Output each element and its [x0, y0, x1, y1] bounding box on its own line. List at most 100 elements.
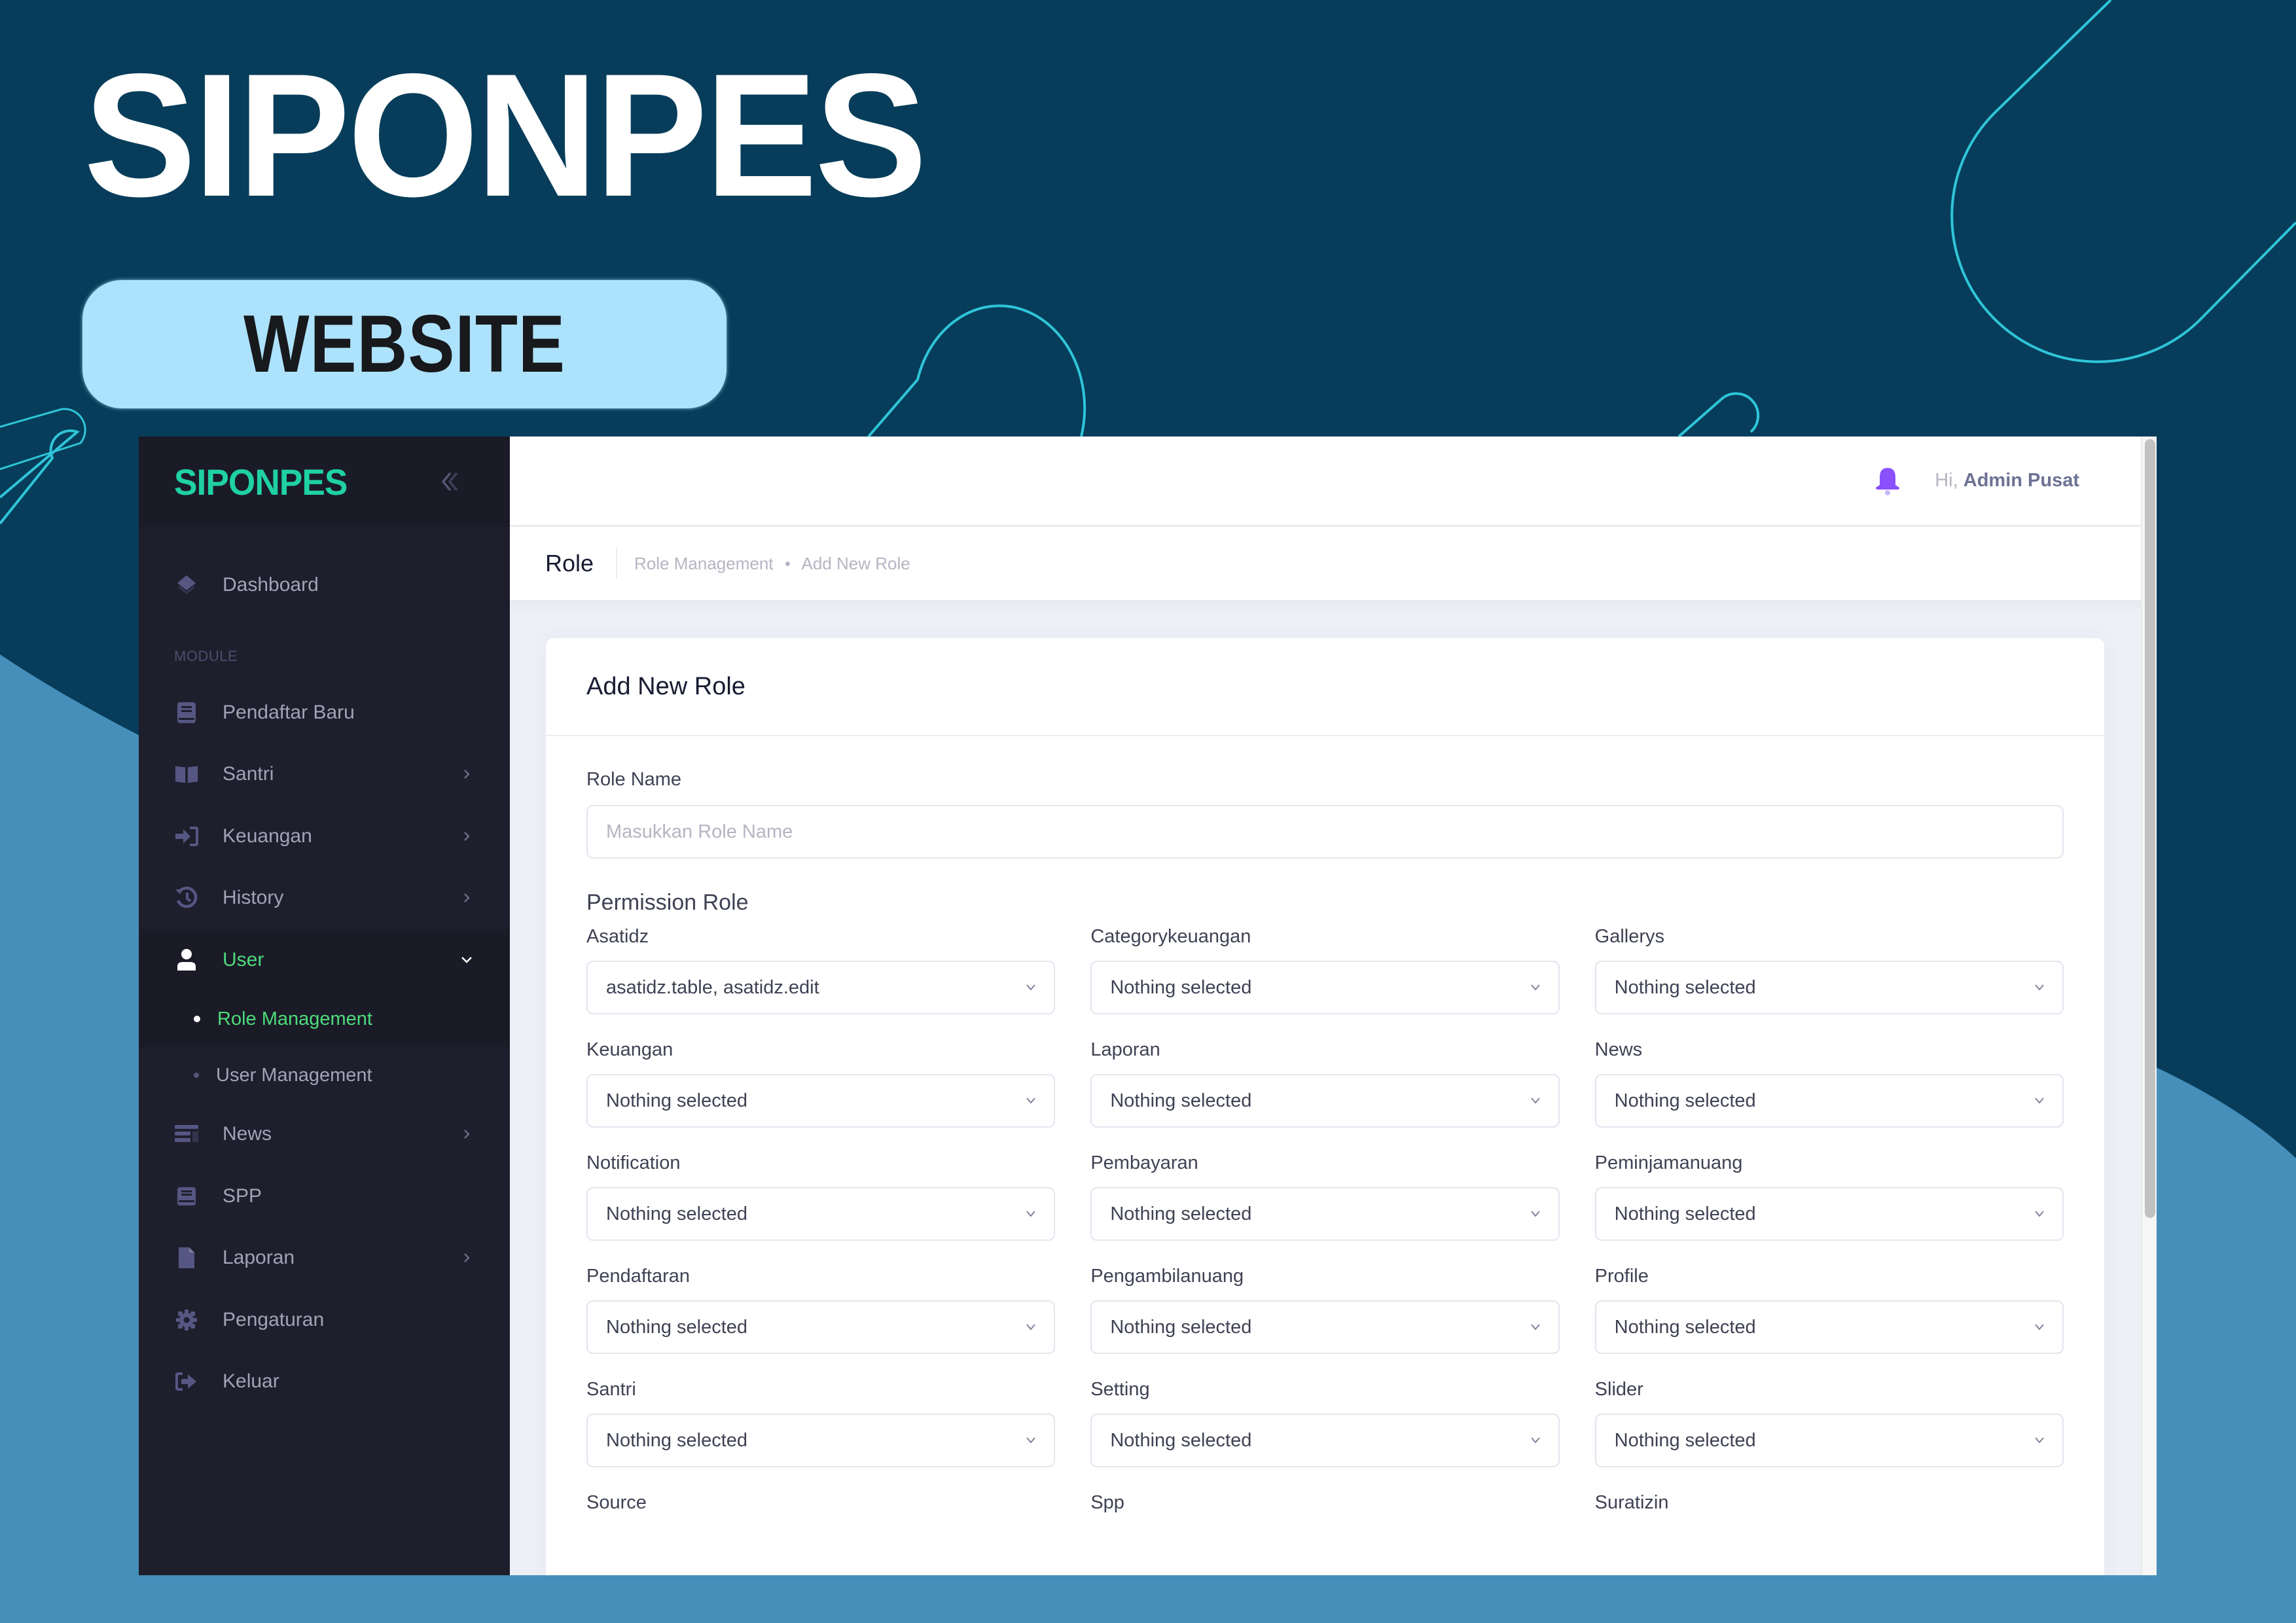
chevron-right-icon: [459, 829, 475, 844]
select-value: Nothing selected: [606, 1429, 748, 1451]
role-name-input[interactable]: [586, 805, 2064, 859]
permission-select[interactable]: Nothing selected: [1594, 1074, 2064, 1128]
sidebar-item-spp[interactable]: SPP: [139, 1166, 510, 1228]
main-content: Hi, Admin Pusat Role Role Management Add…: [510, 437, 2157, 1575]
select-value: Nothing selected: [1110, 976, 1252, 998]
banner-subtitle: WEBSITE: [243, 299, 565, 389]
select-value: Nothing selected: [1110, 1316, 1252, 1338]
sidebar-subitem-user-management[interactable]: User Management: [139, 1047, 510, 1103]
permission-select[interactable]: Nothing selected: [586, 1300, 1056, 1354]
permission-field: Categorykeuangan Nothing selected: [1090, 926, 1560, 1014]
sidebar-item-news[interactable]: News: [139, 1103, 510, 1166]
select-value: Nothing selected: [1110, 1429, 1252, 1451]
chevron-down-icon: [459, 952, 475, 968]
permission-field: Notification Nothing selected: [586, 1152, 1056, 1241]
sidebar-subitem-role-management[interactable]: Role Management: [139, 991, 510, 1047]
permission-select[interactable]: Nothing selected: [1090, 1074, 1560, 1128]
sidebar-item-pendaftar-baru[interactable]: Pendaftar Baru: [139, 682, 510, 744]
chevron-down-icon: [2032, 983, 2047, 992]
breadcrumb-separator: [785, 561, 790, 566]
permission-select[interactable]: Nothing selected: [586, 1074, 1056, 1128]
subheader: Role Role Management Add New Role: [510, 527, 2157, 600]
breadcrumb: Role Management Add New Role: [617, 554, 910, 574]
bullet-icon: [194, 1016, 200, 1022]
add-role-card: Add New Role Role Name Permission Role A…: [546, 638, 2104, 1575]
sidebar-item-keuangan[interactable]: Keuangan: [139, 806, 510, 868]
sidebar-item-dashboard[interactable]: Dashboard: [139, 554, 510, 616]
permission-field: Gallerys Nothing selected: [1594, 926, 2064, 1014]
sidebar-item-user[interactable]: User: [139, 929, 510, 991]
permission-field: Pengambilanuang Nothing selected: [1090, 1266, 1560, 1354]
sidebar-item-label: Keuangan: [223, 825, 312, 847]
double-chevron-left-icon[interactable]: [435, 467, 464, 496]
chevron-down-icon: [1528, 1436, 1543, 1445]
permission-field: Pendaftaran Nothing selected: [586, 1266, 1056, 1354]
banner-title: SIPONPES: [84, 37, 927, 233]
card-header: Add New Role: [546, 638, 2104, 736]
permission-select[interactable]: Nothing selected: [1090, 1414, 1560, 1467]
chevron-down-icon: [1024, 1209, 1038, 1219]
permission-field: Spp: [1090, 1492, 1559, 1527]
permission-select[interactable]: Nothing selected: [1090, 1300, 1560, 1354]
permission-label: Pengambilanuang: [1090, 1266, 1244, 1287]
permission-select[interactable]: Nothing selected: [1594, 1414, 2064, 1467]
sidebar-item-label: Laporan: [223, 1247, 295, 1269]
permission-field: Profile Nothing selected: [1594, 1266, 2064, 1354]
sign-out-icon: [174, 1369, 199, 1394]
book-icon: [174, 1184, 199, 1209]
permission-select[interactable]: Nothing selected: [1090, 1187, 1560, 1241]
breadcrumb-item[interactable]: Role Management: [634, 554, 773, 574]
permission-select[interactable]: Nothing selected: [1594, 1187, 2064, 1241]
sidebar-item-laporan[interactable]: Laporan: [139, 1227, 510, 1289]
breadcrumb-item[interactable]: Add New Role: [802, 554, 910, 574]
permission-select[interactable]: Nothing selected: [586, 1414, 1056, 1467]
sidebar-item-santri[interactable]: Santri: [139, 743, 510, 806]
sidebar-item-label: News: [223, 1123, 272, 1145]
permission-select[interactable]: Nothing selected: [1594, 1300, 2064, 1354]
app-logo[interactable]: SIPONPES: [174, 461, 348, 503]
sidebar-item-keluar[interactable]: Keluar: [139, 1351, 510, 1413]
permission-select[interactable]: Nothing selected: [1090, 961, 1560, 1014]
card-body: Role Name Permission Role Asatidz asatidz…: [546, 736, 2104, 1527]
layers-icon: [174, 573, 199, 597]
sidebar-brand: SIPONPES: [139, 437, 510, 527]
permission-field: Keuangan Nothing selected: [586, 1039, 1056, 1128]
permission-select[interactable]: Nothing selected: [1594, 961, 2064, 1014]
chevron-right-icon: [459, 1250, 475, 1266]
permission-label: Peminjamanuang: [1594, 1152, 1743, 1173]
chevron-down-icon: [1528, 1209, 1543, 1219]
chevron-down-icon: [2032, 1209, 2047, 1219]
permission-field: Slider Nothing selected: [1594, 1379, 2064, 1467]
permission-label: Spp: [1090, 1492, 1124, 1513]
permission-select[interactable]: asatidz.table, asatidz.edit: [586, 961, 1056, 1014]
scrollbar-thumb[interactable]: [2145, 439, 2155, 1218]
chevron-down-icon: [1528, 983, 1543, 992]
sidebar-item-label: History: [223, 887, 284, 909]
select-value: Nothing selected: [1614, 1429, 1756, 1451]
user-greeting[interactable]: Hi, Admin Pusat: [1935, 470, 2079, 491]
permission-field: Setting Nothing selected: [1090, 1379, 1560, 1467]
permission-label: Keuangan: [586, 1039, 673, 1060]
sidebar-item-history[interactable]: History: [139, 867, 510, 929]
sidebar-item-label: User: [223, 948, 264, 971]
sidebar-item-label: SPP: [223, 1185, 262, 1207]
permission-field: Source: [586, 1492, 1055, 1527]
chevron-down-icon: [1024, 983, 1038, 992]
book-icon: [174, 700, 199, 725]
chevron-down-icon: [1024, 1323, 1038, 1332]
chevron-down-icon: [1024, 1436, 1038, 1445]
chevron-down-icon: [2032, 1323, 2047, 1332]
bell-icon[interactable]: [1874, 467, 1901, 495]
scrollbar[interactable]: [2141, 437, 2157, 1575]
sidebar-item-label: Pengaturan: [223, 1308, 325, 1330]
gear-icon: [174, 1308, 199, 1332]
permission-grid: Asatidz asatidz.table, asatidz.edit Catego…: [586, 926, 2064, 1527]
select-value: Nothing selected: [1614, 976, 1756, 998]
permission-select[interactable]: Nothing selected: [586, 1187, 1056, 1241]
permission-field: News Nothing selected: [1594, 1039, 2064, 1128]
sidebar-item-pengaturan[interactable]: Pengaturan: [139, 1289, 510, 1351]
permission-label: Slider: [1594, 1379, 1643, 1400]
permission-field: Suratizin: [1595, 1492, 2064, 1527]
banner-pill: WEBSITE: [82, 280, 726, 408]
permission-label: Profile: [1594, 1266, 1649, 1287]
